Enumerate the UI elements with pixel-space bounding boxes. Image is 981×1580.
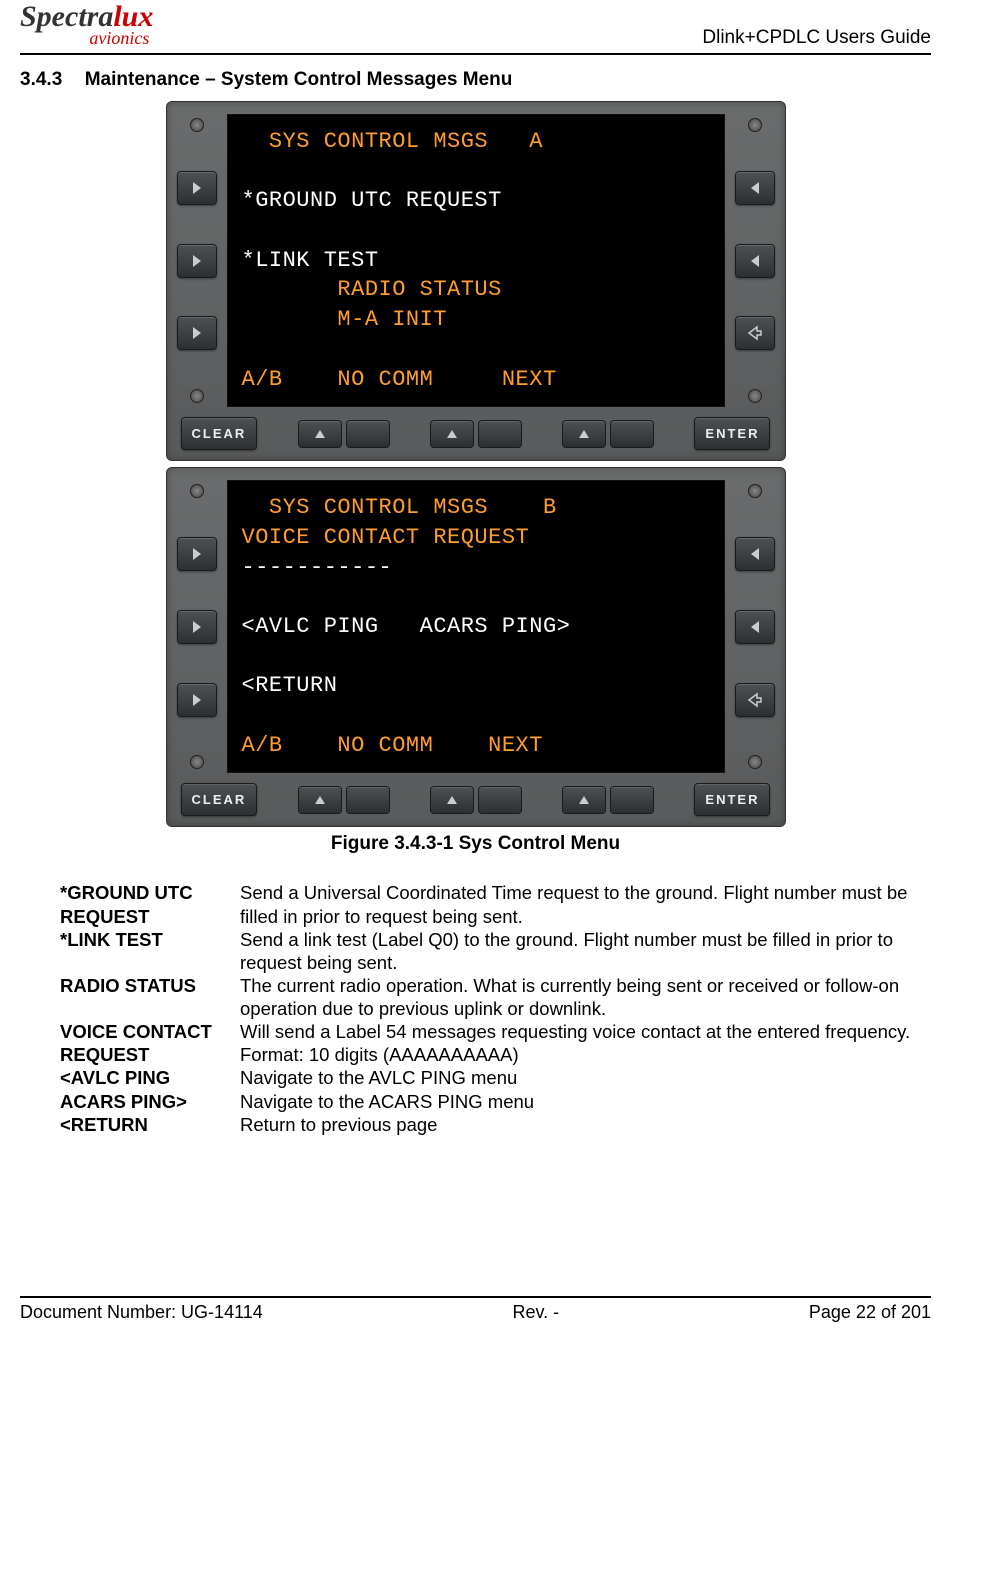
screen-line: A/B NO COMM NEXT [242, 367, 557, 392]
definitions-list: *GROUND UTC REQUESTSend a Universal Coor… [60, 881, 931, 1135]
def-term: *GROUND UTC REQUEST [60, 881, 240, 927]
screw-icon [748, 755, 762, 769]
logo-sub: avionics [89, 28, 149, 49]
screen-line: *GROUND UTC REQUEST [242, 188, 502, 213]
lsk-r2-button[interactable] [735, 610, 775, 644]
def-text: Will send a Label 54 messages requesting… [240, 1020, 931, 1066]
lsk-r1-button[interactable] [735, 537, 775, 571]
lsk-l1-button[interactable] [177, 537, 217, 571]
lsk-r3-button[interactable] [735, 683, 775, 717]
screw-icon [190, 118, 204, 132]
screw-icon [190, 484, 204, 498]
rocker-1[interactable] [298, 786, 390, 814]
section-title: Maintenance – System Control Messages Me… [85, 69, 513, 90]
clear-button[interactable]: CLEAR [181, 417, 258, 450]
screen-line: <AVLC PING ACARS PING> [242, 614, 571, 639]
screen-line: *LINK TEST [242, 248, 379, 273]
def-text: The current radio operation. What is cur… [240, 974, 931, 1020]
screen-title: SYS CONTROL MSGS B [242, 493, 710, 523]
lsk-l2-button[interactable] [177, 610, 217, 644]
screen-line: M-A INIT [242, 307, 448, 332]
page-number: Page 22 of 201 [809, 1302, 931, 1323]
def-term: ACARS PING> [60, 1090, 240, 1113]
lsk-r1-button[interactable] [735, 171, 775, 205]
doc-title: Dlink+CPDLC Users Guide [702, 27, 931, 49]
lsk-l1-button[interactable] [177, 171, 217, 205]
def-text: Send a Universal Coordinated Time reques… [240, 881, 931, 927]
screw-icon [190, 755, 204, 769]
rocker-2[interactable] [430, 786, 522, 814]
screen-line: <RETURN [242, 673, 338, 698]
rocker-2[interactable] [430, 420, 522, 448]
rocker-1[interactable] [298, 420, 390, 448]
def-text: Navigate to the AVLC PING menu [240, 1066, 931, 1089]
clear-button[interactable]: CLEAR [181, 783, 258, 816]
def-term: <AVLC PING [60, 1066, 240, 1089]
def-term: RADIO STATUS [60, 974, 240, 1020]
rocker-3[interactable] [562, 420, 654, 448]
lsk-l3-button[interactable] [177, 316, 217, 350]
def-text: Navigate to the ACARS PING menu [240, 1090, 931, 1113]
lsk-l2-button[interactable] [177, 244, 217, 278]
lcd-panel-a: SYS CONTROL MSGS A *GROUND UTC REQUEST *… [166, 101, 786, 461]
doc-rev: Rev. - [513, 1302, 560, 1323]
rocker-3[interactable] [562, 786, 654, 814]
screw-icon [748, 484, 762, 498]
lcd-screen-a: SYS CONTROL MSGS A *GROUND UTC REQUEST *… [227, 114, 725, 407]
def-text: Return to previous page [240, 1113, 931, 1136]
lsk-r2-button[interactable] [735, 244, 775, 278]
screen-line: A/B NO COMM NEXT [242, 733, 543, 758]
lsk-r3-button[interactable] [735, 316, 775, 350]
def-term: <RETURN [60, 1113, 240, 1136]
lcd-screen-b: SYS CONTROL MSGS BVOICE CONTACT REQUEST … [227, 480, 725, 773]
screen-line: RADIO STATUS [242, 277, 502, 302]
enter-button[interactable]: ENTER [694, 783, 770, 816]
lcd-panel-b: SYS CONTROL MSGS BVOICE CONTACT REQUEST … [166, 467, 786, 827]
enter-button[interactable]: ENTER [694, 417, 770, 450]
screw-icon [748, 118, 762, 132]
screw-icon [748, 389, 762, 403]
screen-title: SYS CONTROL MSGS A [242, 127, 710, 157]
section-number: 3.4.3 [20, 69, 62, 91]
def-term: VOICE CONTACT REQUEST [60, 1020, 240, 1066]
lsk-l3-button[interactable] [177, 683, 217, 717]
doc-number: Document Number: UG-14114 [20, 1302, 263, 1323]
screw-icon [190, 389, 204, 403]
brand-logo: Spectralux avionics [20, 3, 153, 49]
screen-line: VOICE CONTACT REQUEST [242, 525, 530, 550]
def-text: Send a link test (Label Q0) to the groun… [240, 928, 931, 974]
def-term: *LINK TEST [60, 928, 240, 974]
screen-line: ----------- [242, 555, 393, 580]
figure-caption: Figure 3.4.3-1 Sys Control Menu [20, 833, 931, 855]
